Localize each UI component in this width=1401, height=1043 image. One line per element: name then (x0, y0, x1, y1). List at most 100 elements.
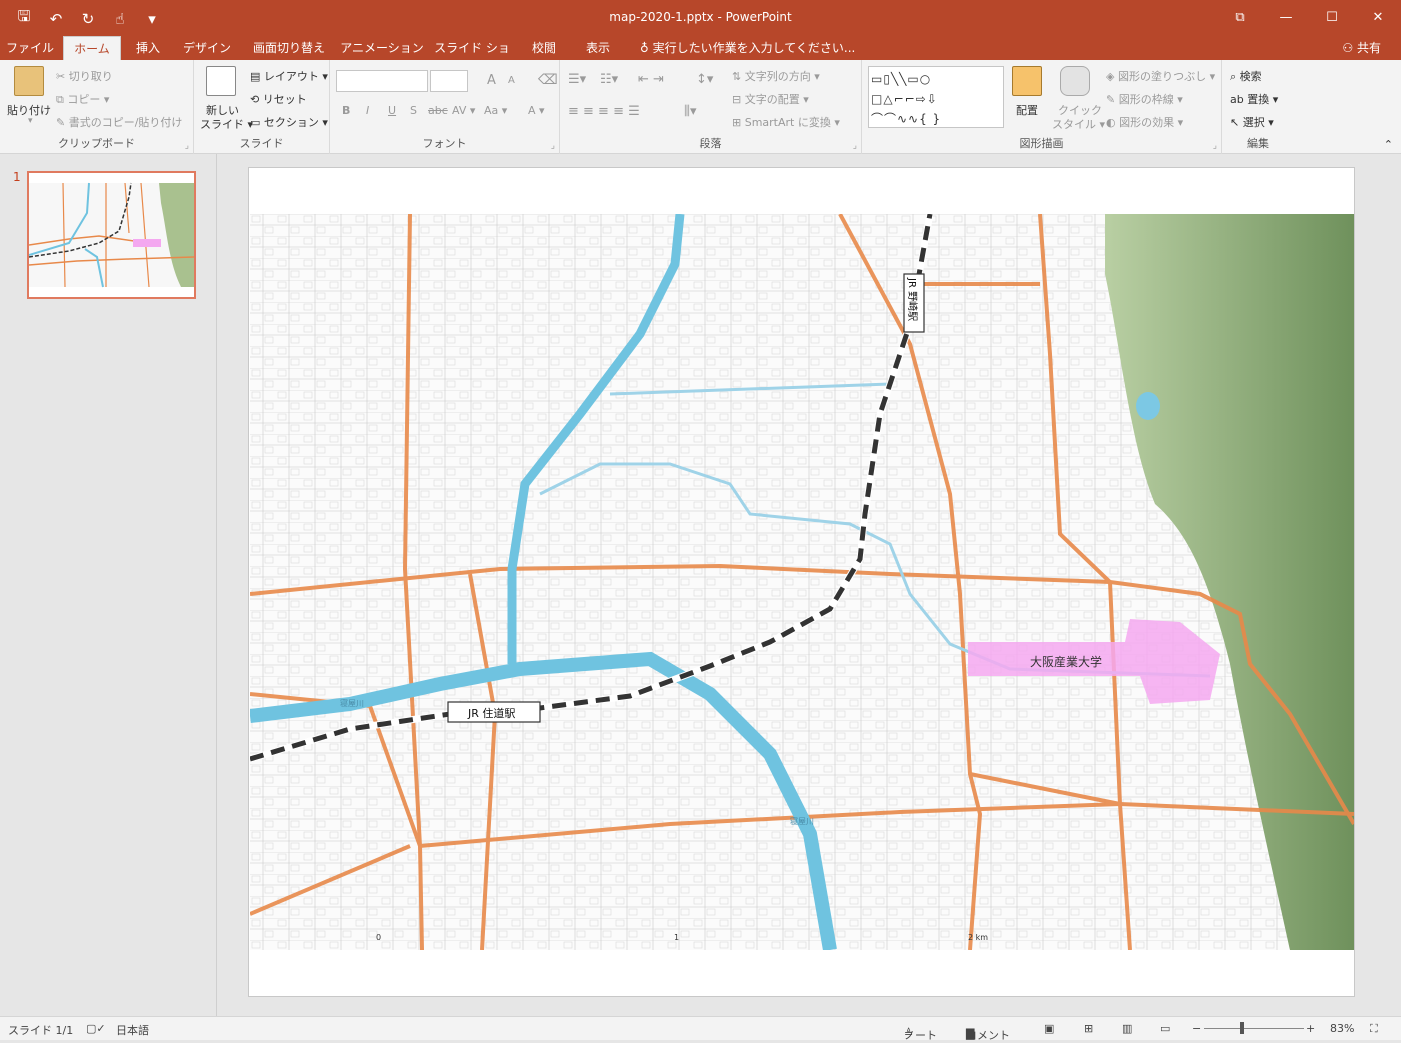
italic-button[interactable]: I (366, 104, 369, 117)
line-spacing-icon[interactable]: ↕▾ (696, 72, 713, 87)
ribbon-display-options-icon[interactable]: ⧉ (1217, 0, 1263, 34)
brush-icon: ✎ (56, 116, 69, 129)
tab-transitions[interactable]: 画面切り替え (244, 36, 334, 60)
group-font: A A ⌫ B I U S abc AV ▾ Aa ▾ A ▾ フォント ⌟ (330, 60, 560, 154)
zoom-level[interactable]: 83% (1330, 1022, 1354, 1035)
change-case-button[interactable]: Aa ▾ (484, 104, 507, 117)
slide-thumbnail[interactable] (27, 171, 196, 299)
cut-button[interactable]: ✂ 切り取り (56, 68, 113, 84)
spellcheck-icon[interactable]: ▢✓ (86, 1022, 106, 1035)
align-text-button[interactable]: ⊟ 文字の配置 ▾ (732, 91, 809, 107)
group-editing: ⌕ 検索 ab 置換 ▾ ↖ 選択 ▾ 編集 (1222, 60, 1294, 154)
shapes-gallery[interactable]: ▭▯╲╲▭○ □△⌐⌐⇨⇩ ⌒⌒∿∿{ } (868, 66, 1004, 128)
shadow-button[interactable]: S (410, 104, 417, 117)
station-label-nozaki: JR 野崎駅 (906, 277, 919, 321)
section-button[interactable]: ▭ セクション ▾ (250, 114, 328, 130)
arrange-button[interactable]: 配置 (1016, 102, 1038, 118)
shape-effects-button[interactable]: ◐ 図形の効果 ▾ (1106, 114, 1183, 130)
slide-sorter-icon[interactable]: ⊞ (1084, 1022, 1093, 1035)
slide[interactable]: 大阪産業大学 JR 住道駅 JR 野崎駅 寝屋川 寝屋川 0 1 2 km (248, 167, 1355, 997)
collapse-ribbon-icon[interactable]: ⌃ (1384, 138, 1393, 151)
reset-button[interactable]: ⟲ リセット (250, 91, 307, 107)
tab-review[interactable]: 校閲 (520, 36, 568, 60)
smartart-button[interactable]: ⊞ SmartArt に変換 ▾ (732, 114, 840, 130)
shape-outline-button[interactable]: ✎ 図形の枠線 ▾ (1106, 91, 1183, 107)
map-image[interactable]: 大阪産業大学 JR 住道駅 JR 野崎駅 寝屋川 寝屋川 0 1 2 km (250, 214, 1354, 950)
font-size-combo[interactable] (430, 70, 468, 92)
strikethrough-button[interactable]: abc (428, 104, 448, 117)
share-button[interactable]: ⚇ 共有 (1342, 36, 1381, 60)
zoom-slider[interactable] (1204, 1028, 1304, 1029)
copy-icon: ⧉ (56, 93, 68, 106)
font-name-combo[interactable] (336, 70, 428, 92)
layout-button[interactable]: ▤ レイアウト ▾ (250, 68, 328, 84)
align-text-icon: ⊟ (732, 93, 745, 106)
numbering-icon[interactable]: ☷▾ (600, 72, 618, 87)
align-icons[interactable]: ≡ ≡ ≡ ≡ ☰ (568, 104, 640, 119)
columns-icon[interactable]: ⫼▾ (684, 104, 697, 119)
close-button[interactable]: ✕ (1355, 0, 1401, 34)
tab-home[interactable]: ホーム (63, 36, 121, 60)
font-dialog-launcher-icon[interactable]: ⌟ (551, 141, 555, 151)
tab-file[interactable]: ファイル (4, 36, 56, 60)
underline-button[interactable]: U (388, 104, 396, 117)
zoom-out-icon[interactable]: − (1192, 1022, 1201, 1035)
text-direction-button[interactable]: ⇅ 文字列の方向 ▾ (732, 68, 820, 84)
bold-button[interactable]: B (342, 104, 350, 117)
replace-button[interactable]: ab 置換 ▾ (1230, 91, 1278, 107)
paste-dropdown-icon[interactable]: ▾ (28, 116, 33, 126)
paragraph-dialog-launcher-icon[interactable]: ⌟ (853, 141, 857, 151)
thumbnail-map (29, 182, 194, 288)
char-spacing-button[interactable]: AV ▾ (452, 104, 475, 117)
person-icon: ⚇ (1342, 41, 1357, 55)
tab-animations[interactable]: アニメーション (340, 36, 424, 60)
new-slide-button-label[interactable]: スライド ▾ (200, 116, 253, 132)
minimize-button[interactable]: — (1263, 0, 1309, 34)
group-label-clipboard: クリップボード (58, 137, 135, 150)
search-icon: ⌕ (1230, 70, 1240, 83)
tab-slideshow[interactable]: スライド ショー (430, 36, 514, 79)
bullets-icon[interactable]: ☰▾ (568, 72, 586, 87)
replace-icon: ab (1230, 93, 1248, 106)
copy-button[interactable]: ⧉ コピー ▾ (56, 91, 109, 107)
grow-font-button[interactable]: A (487, 73, 496, 88)
tell-me-box[interactable]: ♁ 実行したい作業を入力してください... (640, 36, 855, 60)
tab-design[interactable]: デザイン (176, 36, 238, 60)
drawing-dialog-launcher-icon[interactable]: ⌟ (1213, 141, 1217, 151)
group-paragraph: ☰▾ ☷▾ ⇤ ⇥ ↕▾ ≡ ≡ ≡ ≡ ☰ ⫼▾ ⇅ 文字列の方向 ▾ ⊟ 文… (560, 60, 862, 154)
group-label-drawing: 図形描画 (1019, 137, 1064, 150)
fit-to-window-icon[interactable]: ⛶ (1370, 1022, 1378, 1036)
quick-styles-icon[interactable] (1060, 66, 1090, 96)
indent-icons[interactable]: ⇤ ⇥ (638, 72, 664, 87)
slide-thumbnails-pane: 1 (0, 154, 217, 1016)
scissors-icon: ✂ (56, 70, 69, 83)
arrange-icon[interactable] (1012, 66, 1042, 96)
format-painter-button[interactable]: ✎ 書式のコピー/貼り付け (56, 114, 182, 130)
new-slide-icon[interactable] (206, 66, 236, 96)
river-label-1: 寝屋川 (340, 698, 364, 708)
zoom-in-icon[interactable]: + (1306, 1022, 1315, 1035)
dialog-launcher-icon[interactable]: ⌟ (185, 141, 189, 151)
maximize-button[interactable]: ☐ (1309, 0, 1355, 34)
pencil-icon: ✎ (1106, 93, 1119, 106)
select-button[interactable]: ↖ 選択 ▾ (1230, 114, 1274, 130)
slide-number: 1 (13, 170, 21, 184)
tab-insert[interactable]: 挿入 (126, 36, 170, 60)
shape-fill-button[interactable]: ◈ 図形の塗りつぶし ▾ (1106, 68, 1215, 84)
zoom-slider-thumb[interactable] (1240, 1022, 1244, 1034)
clear-format-icon[interactable]: ⌫ (538, 72, 558, 88)
language[interactable]: 日本語 (116, 1022, 149, 1038)
find-button[interactable]: ⌕ 検索 (1230, 68, 1262, 84)
shrink-font-button[interactable]: A (508, 75, 515, 86)
scale-label-1: 1 (674, 933, 679, 942)
slideshow-icon[interactable]: ▭ (1160, 1022, 1170, 1035)
paste-icon[interactable] (14, 66, 44, 96)
tab-view[interactable]: 表示 (574, 36, 622, 60)
normal-view-icon[interactable]: ▣ (1044, 1022, 1054, 1035)
reading-view-icon[interactable]: ▥ (1122, 1022, 1132, 1035)
group-slides: 新しい スライド ▾ ▤ レイアウト ▾ ⟲ リセット ▭ セクション ▾ スラ… (194, 60, 330, 154)
font-color-button[interactable]: A ▾ (528, 104, 545, 117)
scale-label-2: 2 km (968, 933, 988, 942)
reset-icon: ⟲ (250, 93, 263, 106)
quick-styles-button-label[interactable]: スタイル ▾ (1052, 116, 1105, 132)
